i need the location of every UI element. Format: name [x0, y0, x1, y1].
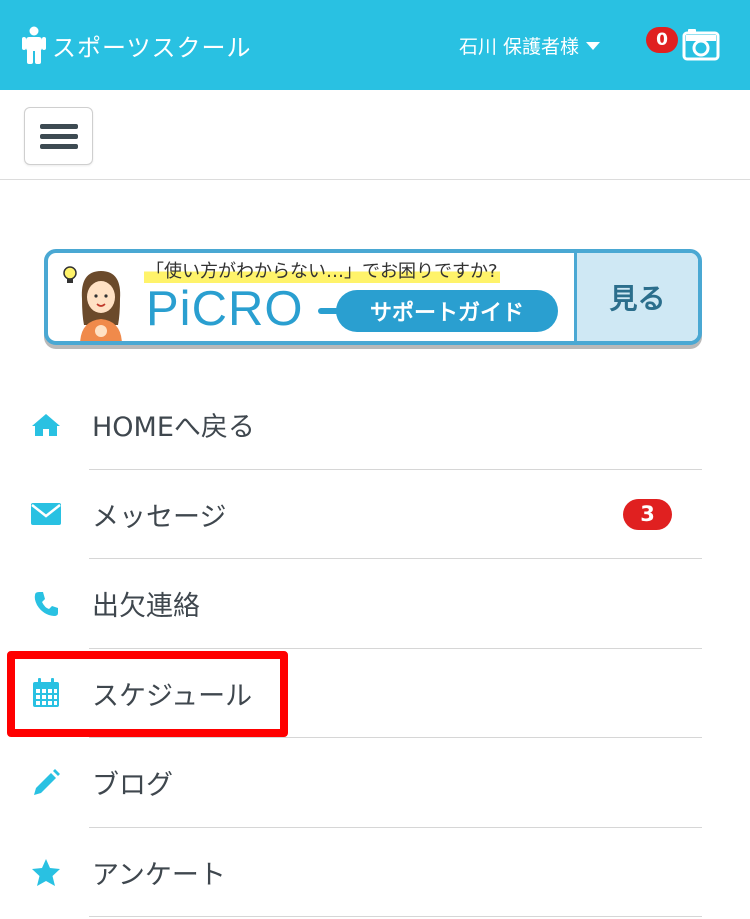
support-guide-pill: サポートガイド [318, 290, 558, 332]
menu-item-blog[interactable]: ブログ [0, 738, 750, 828]
message-count-badge: 3 [623, 498, 672, 530]
star-icon [30, 856, 62, 888]
envelope-icon [30, 498, 62, 530]
notification-badge[interactable]: 0 [646, 27, 678, 53]
support-girl-illustration [63, 266, 122, 341]
menu-item-home[interactable]: HOMEへ戻る [0, 380, 750, 470]
user-name: 石川 保護者様 [459, 35, 580, 58]
hamburger-icon [40, 124, 78, 129]
hamburger-menu-button[interactable] [24, 107, 93, 165]
user-menu[interactable]: 石川 保護者様 [459, 30, 601, 60]
menu-item-messages[interactable]: メッセージ 3 [0, 470, 750, 559]
support-guide-banner[interactable]: 「使い方がわからない…」でお困りですか? PiCRO サポートガイド 見る [44, 249, 702, 345]
menu-item-survey[interactable]: アンケート [0, 828, 750, 917]
banner-view-button[interactable]: 見る [574, 253, 698, 341]
menu-label: アンケート [92, 859, 226, 891]
menu-label: 出欠連絡 [92, 591, 200, 623]
picro-logo: PiCRO [146, 282, 304, 336]
banner-lead-text: 「使い方がわからない…」でお困りですか? [144, 257, 500, 283]
home-icon [30, 409, 62, 441]
side-menu: HOMEへ戻る メッセージ 3 出欠連絡 スケジュール ブログ アンケート [0, 380, 750, 917]
camera-icon[interactable] [682, 27, 720, 61]
menu-label: メッセージ [92, 501, 227, 533]
menu-label: HOMEへ戻る [92, 412, 255, 444]
menu-label: ブログ [92, 770, 173, 802]
caret-down-icon [586, 42, 601, 50]
person-icon [22, 26, 46, 64]
brand[interactable]: スポーツスクール [22, 26, 252, 64]
toolbar [0, 90, 750, 180]
hamburger-icon [40, 134, 78, 139]
menu-item-attendance[interactable]: 出欠連絡 [0, 559, 750, 649]
divider [89, 916, 702, 917]
phone-icon [30, 588, 62, 620]
menu-item-schedule[interactable]: スケジュール [0, 649, 750, 738]
hamburger-icon [40, 144, 78, 149]
app-title: スポーツスクール [52, 33, 252, 62]
pencil-icon [30, 767, 62, 799]
menu-label: スケジュール [92, 680, 253, 712]
calendar-icon [30, 677, 62, 709]
app-header: スポーツスクール 石川 保護者様 0 [0, 0, 750, 90]
